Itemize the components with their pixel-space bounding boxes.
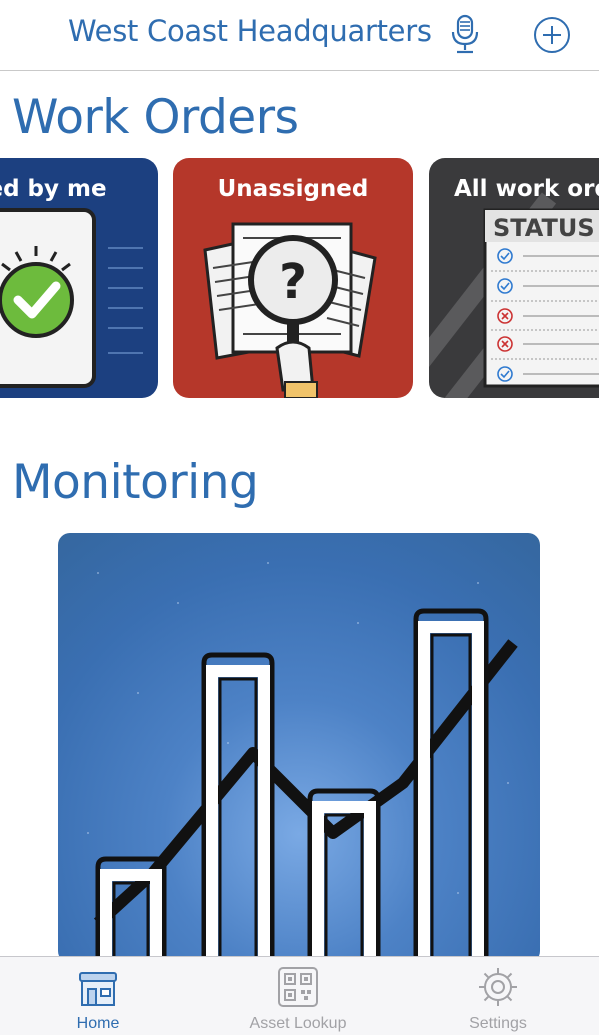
bar-chart-trend-icon — [87, 562, 518, 963]
card-all-work-orders[interactable]: STATUS All work ord — [429, 158, 599, 398]
add-button[interactable] — [533, 16, 571, 54]
card-label: Unassigned — [217, 176, 369, 202]
tab-label: Asset Lookup — [249, 1015, 347, 1032]
tab-settings[interactable]: Settings — [418, 957, 578, 1035]
gear-icon — [479, 968, 517, 1006]
card-completed-by-me[interactable]: leted by me — [0, 158, 158, 398]
tab-home[interactable]: Home — [18, 957, 178, 1035]
card-label: leted by me — [0, 176, 107, 202]
plus-circle-icon — [534, 17, 570, 53]
microphone-button[interactable] — [449, 14, 481, 56]
work-orders-title: Work Orders — [12, 90, 299, 145]
status-text: STATUS — [493, 214, 595, 242]
microphone-icon — [451, 14, 479, 54]
tab-label: Settings — [469, 1015, 527, 1032]
svg-text:?: ? — [279, 254, 307, 310]
home-icon — [79, 972, 117, 1006]
header: West Coast Headquarters — [0, 0, 599, 71]
card-unassigned[interactable]: ? Unassigned — [173, 158, 413, 398]
monitoring-title: Monitoring — [12, 455, 259, 510]
header-title[interactable]: West Coast Headquarters — [68, 14, 432, 48]
monitoring-tile[interactable] — [58, 533, 540, 963]
tab-asset-lookup[interactable]: Asset Lookup — [218, 957, 378, 1035]
card-label: All work ord — [454, 176, 599, 202]
tab-bar: Home Asset Lookup Settings — [0, 956, 599, 1035]
qr-code-icon — [278, 967, 318, 1007]
tab-label: Home — [76, 1015, 120, 1032]
work-orders-carousel[interactable]: leted by me ? Unassigned — [0, 158, 599, 398]
